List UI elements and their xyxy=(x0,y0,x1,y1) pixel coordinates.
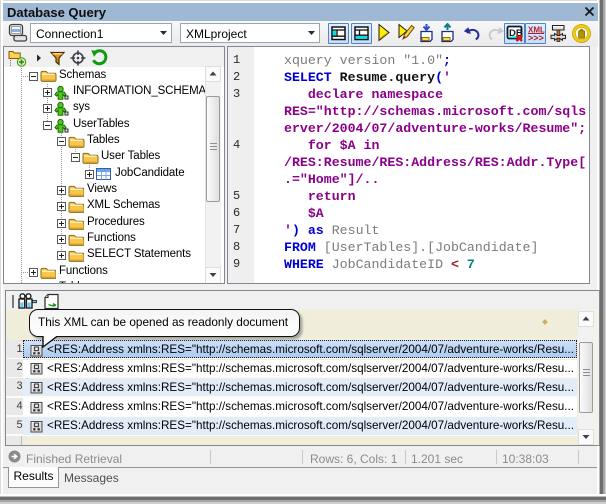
svg-text:>>>: >>> xyxy=(528,33,544,43)
